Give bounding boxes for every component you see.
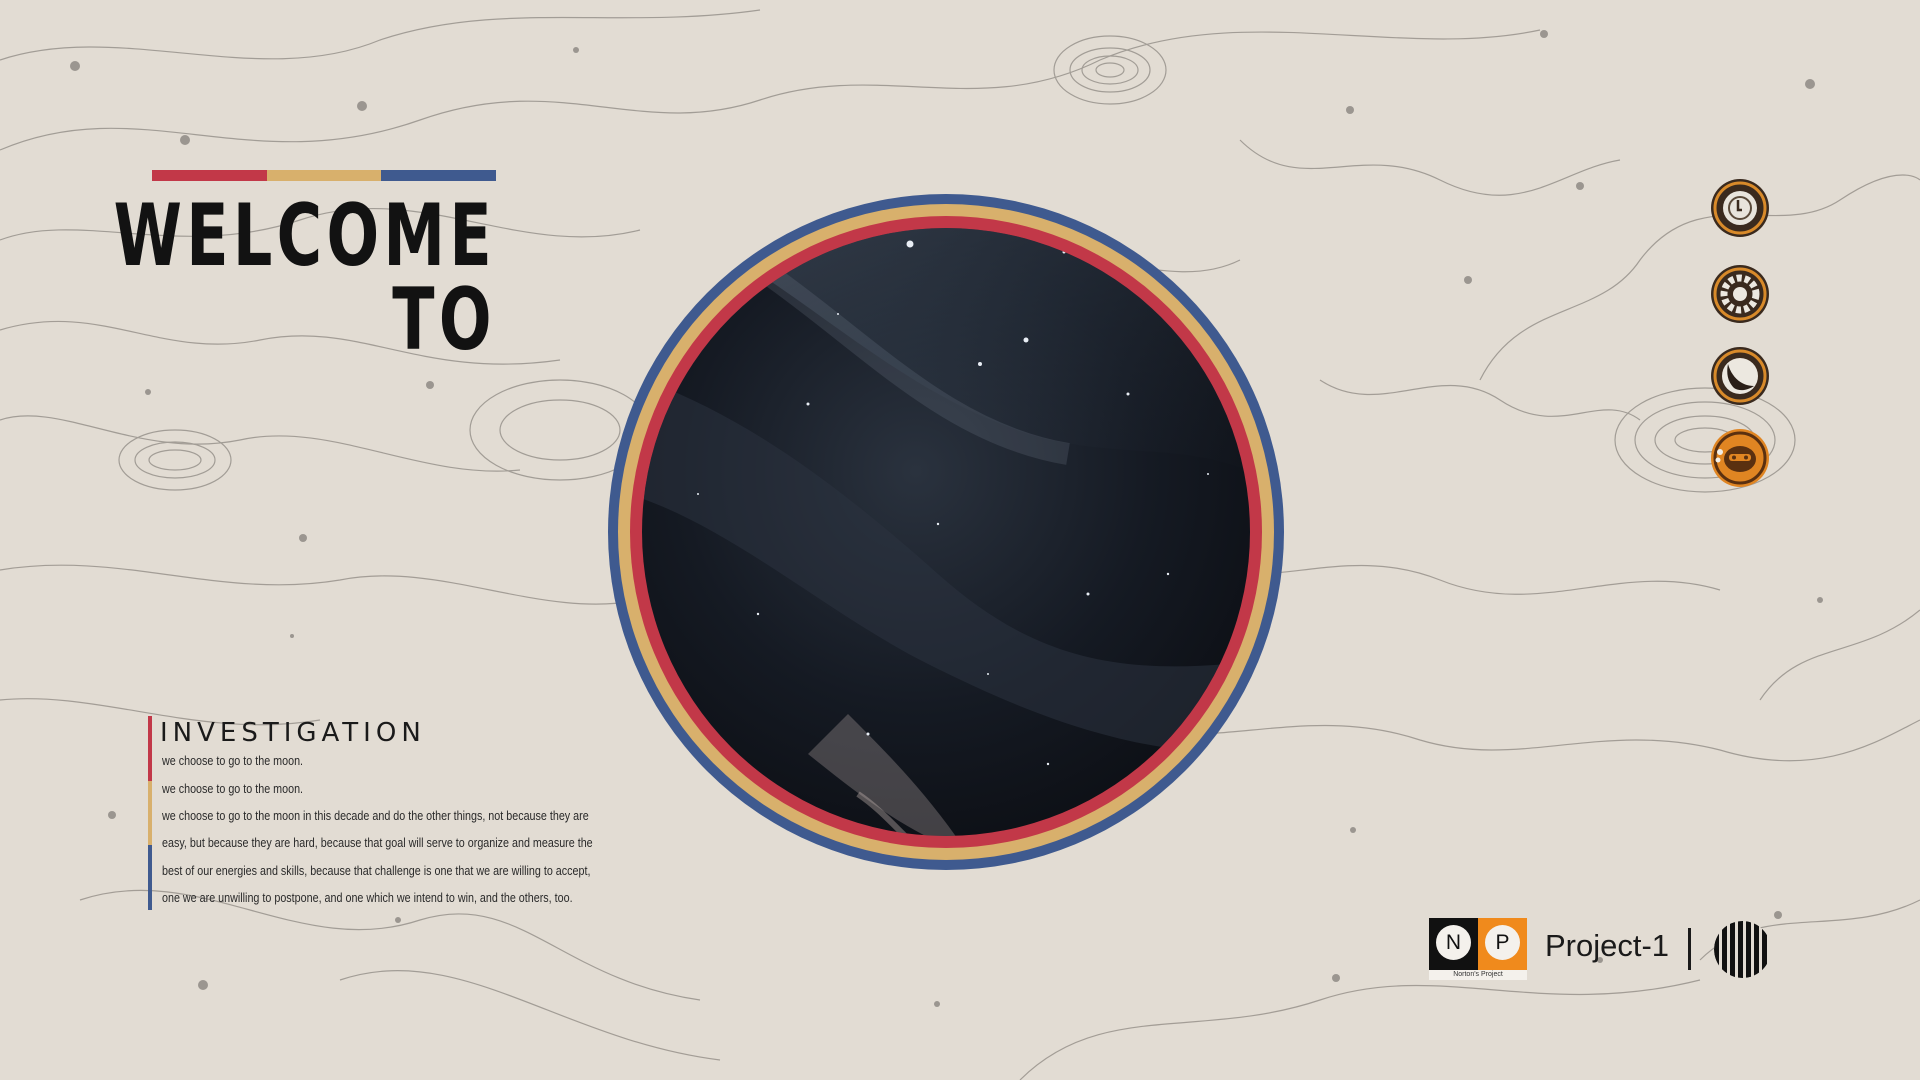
robot-face-icon: [1711, 429, 1769, 487]
np-logo[interactable]: N P Norton's Project: [1429, 918, 1527, 980]
nav-moon-button[interactable]: [1710, 346, 1770, 406]
investigation-text-line: we choose to go to the moon.: [162, 782, 304, 796]
title-bar-blue: [381, 170, 497, 181]
np-logo-p-letter: P: [1485, 925, 1520, 960]
inv-bar-blue: [148, 845, 152, 911]
hero-title-line2: TO: [392, 270, 496, 370]
investigation-color-bar: [148, 716, 152, 911]
inv-bar-red: [148, 716, 152, 781]
brand-separator: [1688, 928, 1691, 970]
investigation-text-line: we choose to go to the moon.: [162, 754, 304, 768]
nav-robot-button[interactable]: [1710, 428, 1770, 488]
investigation-text-line: best of our energies and skills, because…: [162, 864, 591, 878]
np-logo-n-block: N: [1429, 918, 1478, 970]
striped-disc-icon[interactable]: [1714, 921, 1771, 978]
np-logo-n-letter: N: [1436, 925, 1471, 960]
space-planet-window: [608, 194, 1284, 870]
investigation-text-line: we choose to go to the moon in this deca…: [162, 809, 589, 823]
investigation-text-line: one we are unwilling to postpone, and on…: [162, 891, 573, 905]
crescent-moon-icon: [1711, 347, 1769, 405]
investigation-text-line: easy, but because they are hard, because…: [162, 836, 593, 850]
hero-title-line1: WELCOME: [113, 186, 496, 286]
np-logo-p-block: P: [1478, 918, 1527, 970]
title-bar-red: [152, 170, 267, 181]
investigation-heading: INVESTIGATION: [160, 718, 426, 748]
np-logo-caption: Norton's Project: [1429, 970, 1527, 980]
nav-planet-button[interactable]: [1710, 178, 1770, 238]
title-bar-gold: [266, 170, 382, 181]
gear-ring-icon: [1711, 265, 1769, 323]
planet-ring-icon: [1711, 179, 1769, 237]
title-color-bar: [152, 170, 497, 181]
nav-gear-button[interactable]: [1710, 264, 1770, 324]
project-label: Project-1: [1545, 928, 1670, 963]
inv-bar-gold: [148, 780, 152, 846]
